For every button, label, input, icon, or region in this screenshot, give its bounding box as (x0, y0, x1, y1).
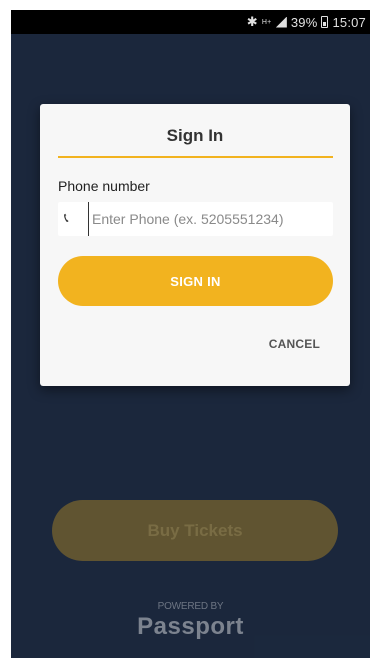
cancel-button[interactable]: CANCEL (269, 337, 320, 351)
dialog-title: Sign In (166, 126, 224, 145)
phone-input[interactable] (88, 202, 328, 236)
phone-icon: 📞︎ (64, 210, 69, 225)
sign-in-dialog: Sign In Phone number 📞︎ SIGN IN CANCEL (40, 104, 350, 386)
sign-in-button[interactable]: SIGN IN (58, 256, 333, 306)
phone-label: Phone number (58, 178, 150, 194)
title-divider (58, 156, 333, 158)
app-screen: ✱ H+ 39% 15:07 Buy Tickets POWERED BY Pa… (11, 10, 370, 658)
phone-field[interactable]: 📞︎ (58, 202, 333, 236)
